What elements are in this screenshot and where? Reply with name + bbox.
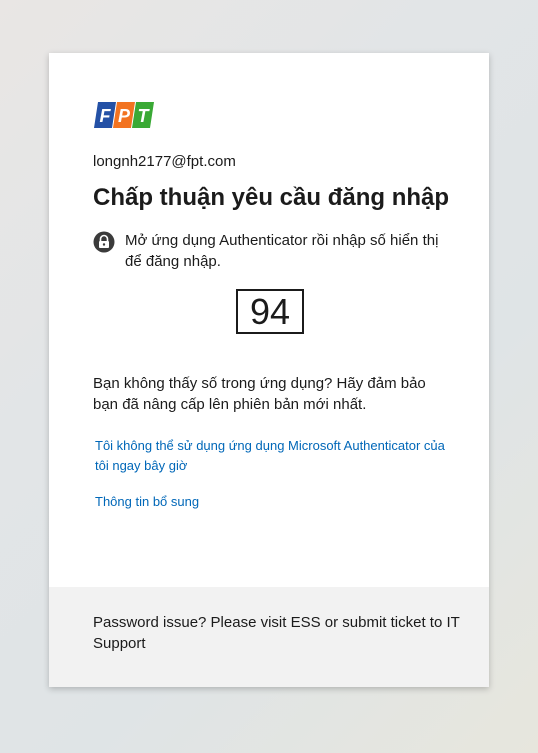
match-number: 94	[236, 289, 304, 334]
cant-use-authenticator-link[interactable]: Tôi không thể sử dụng ứng dụng Microsoft…	[95, 436, 445, 476]
footer-banner: Password issue? Please visit ESS or subm…	[49, 587, 489, 687]
svg-text:F: F	[100, 106, 112, 126]
account-email: longnh2177@fpt.com	[93, 153, 236, 170]
more-information-link[interactable]: Thông tin bổ sung	[95, 492, 445, 512]
sign-in-card: F P T longnh2177@fpt.com Chấp thuận yêu …	[49, 53, 489, 687]
svg-text:P: P	[118, 106, 131, 126]
footer-text: Password issue? Please visit ESS or subm…	[93, 614, 460, 652]
hint-text: Bạn không thấy số trong ứng dụng? Hãy đả…	[93, 375, 426, 413]
fpt-logo: F P T	[93, 101, 155, 129]
page-title: Chấp thuận yêu cầu đăng nhập	[93, 184, 450, 211]
lock-icon	[93, 231, 115, 253]
info-text: Mở ứng dụng Authenticator rồi nhập số hi…	[125, 232, 439, 270]
